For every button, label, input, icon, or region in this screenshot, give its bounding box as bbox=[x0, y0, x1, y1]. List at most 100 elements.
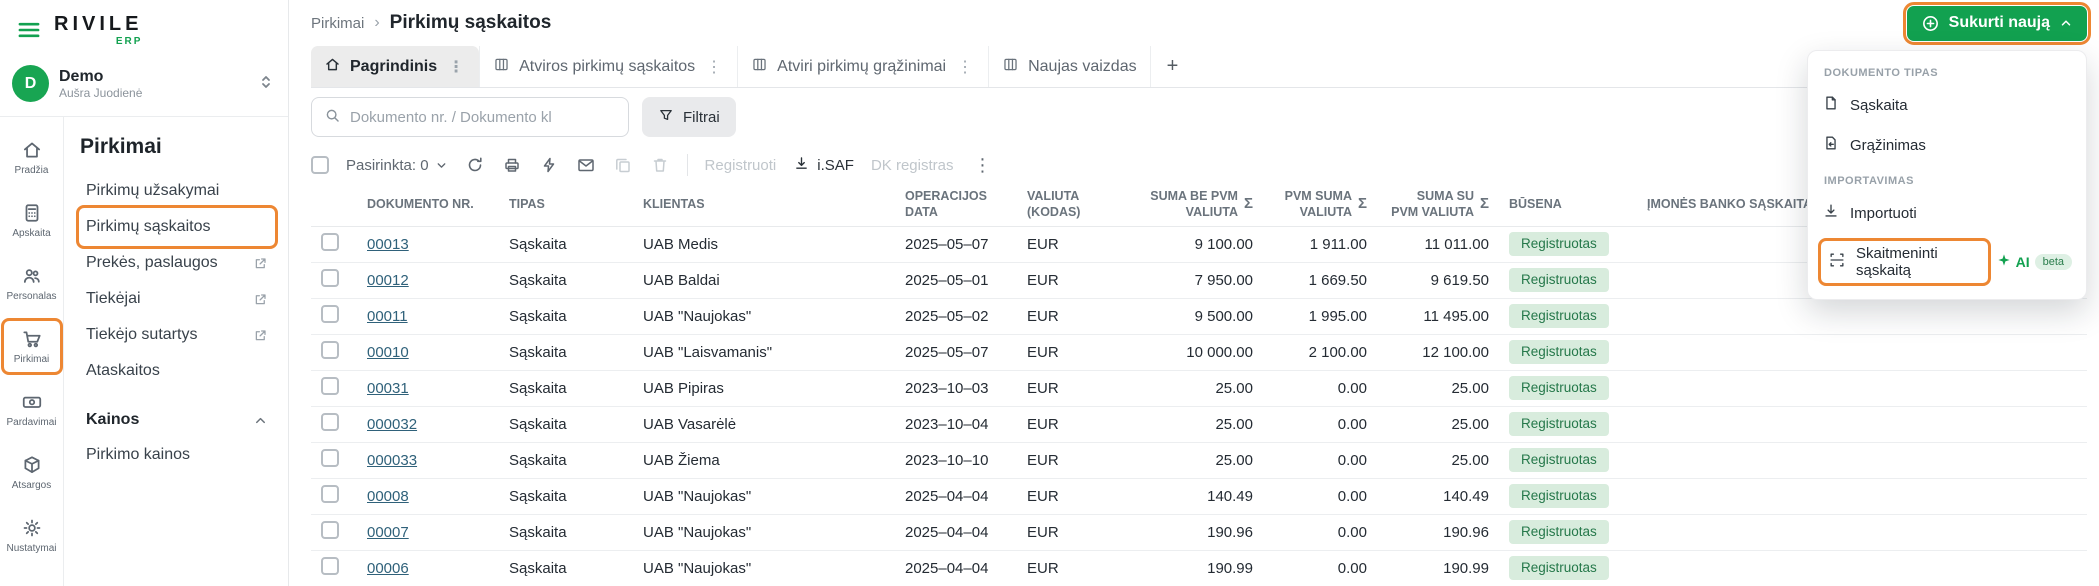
cell-operacijos-data: 2023–10–04 bbox=[895, 406, 1017, 443]
document-link[interactable]: 00006 bbox=[367, 560, 409, 577]
document-link[interactable]: 00010 bbox=[367, 344, 409, 361]
row-checkbox[interactable] bbox=[321, 557, 339, 575]
document-link[interactable]: 00012 bbox=[367, 272, 409, 289]
sum-icon[interactable]: Σ bbox=[1244, 195, 1253, 214]
col-pvm-suma[interactable]: PVM SUMA VALIUTA Σ bbox=[1263, 184, 1377, 227]
col-busena[interactable]: BŪSENA bbox=[1499, 184, 1637, 227]
sidebar-item-tiekejai[interactable]: Tiekėjai bbox=[80, 281, 274, 317]
print-icon[interactable] bbox=[502, 155, 522, 175]
status-badge: Registruotas bbox=[1509, 232, 1609, 256]
rail-item-nustatymai[interactable]: Nustatymai bbox=[5, 511, 59, 560]
col-tipas[interactable]: TIPAS bbox=[499, 184, 633, 227]
table-row[interactable]: 000033 Sąskaita UAB Žiema 2023–10–10 EUR… bbox=[311, 442, 2087, 479]
search-box[interactable] bbox=[311, 97, 629, 137]
filters-button[interactable]: Filtrai bbox=[642, 97, 736, 137]
sidebar-item-prekes-paslaugos[interactable]: Prekės, paslaugos bbox=[80, 245, 274, 281]
cell-operacijos-data: 2025–04–04 bbox=[895, 550, 1017, 586]
col-suma-su-pvm[interactable]: SUMA SU PVM VALIUTA Σ bbox=[1377, 184, 1499, 227]
create-new-button[interactable]: Sukurti naują bbox=[1902, 1, 2092, 45]
cell-busena: Registruotas bbox=[1499, 514, 1637, 551]
status-badge: Registruotas bbox=[1509, 520, 1609, 544]
sidebar-item-ataskaitos[interactable]: Ataskaitos bbox=[80, 353, 274, 389]
row-checkbox[interactable] bbox=[321, 305, 339, 323]
row-checkbox[interactable] bbox=[321, 449, 339, 467]
rail-item-pradzia[interactable]: Pradžia bbox=[5, 133, 59, 182]
tab-pagrindinis[interactable]: Pagrindinis ⋮ bbox=[311, 46, 480, 87]
document-link[interactable]: 00031 bbox=[367, 380, 409, 397]
cart-icon bbox=[21, 328, 43, 350]
cell-klientas: UAB "Naujokas" bbox=[633, 550, 895, 586]
dropdown-section-title: DOKUMENTO TIPAS bbox=[1824, 67, 1939, 79]
table-row[interactable]: 000032 Sąskaita UAB Vasarėlė 2023–10–04 … bbox=[311, 406, 2087, 443]
table-row[interactable]: 00006 Sąskaita UAB "Naujokas" 2025–04–04… bbox=[311, 550, 2087, 586]
sum-icon[interactable]: Σ bbox=[1480, 195, 1489, 214]
row-checkbox[interactable] bbox=[321, 377, 339, 395]
hamburger-menu-icon[interactable] bbox=[16, 17, 42, 43]
cell-checkbox bbox=[311, 262, 357, 299]
row-checkbox[interactable] bbox=[321, 485, 339, 503]
user-subtitle: Aušra Juodienė bbox=[59, 85, 143, 100]
document-link[interactable]: 00007 bbox=[367, 524, 409, 541]
sidebar-item-pirkimo-kainos[interactable]: Pirkimo kainos bbox=[80, 437, 274, 473]
table-row[interactable]: 00007 Sąskaita UAB "Naujokas" 2025–04–04… bbox=[311, 514, 2087, 551]
tab-atviri-pirkimu-grazinimai[interactable]: Atviri pirkimų grąžinimai ⋮ bbox=[737, 46, 988, 87]
table-row[interactable]: 00010 Sąskaita UAB "Laisvamanis" 2025–05… bbox=[311, 334, 2087, 371]
sidebar-item-pirkimu-saskaitos[interactable]: Pirkimų sąskaitos bbox=[76, 205, 278, 249]
selected-count[interactable]: Pasirinkta: 0 bbox=[346, 157, 448, 174]
mail-icon[interactable] bbox=[576, 155, 596, 175]
document-link[interactable]: 00011 bbox=[367, 308, 408, 325]
cell-banko-saskaita bbox=[1637, 334, 2087, 371]
row-checkbox[interactable] bbox=[321, 413, 339, 431]
cell-checkbox bbox=[311, 334, 357, 371]
col-suma-be-pvm[interactable]: SUMA BE PVM VALIUTA Σ bbox=[1135, 184, 1263, 227]
document-link[interactable]: 00008 bbox=[367, 488, 409, 505]
cell-suma-su-pvm: 25.00 bbox=[1377, 406, 1499, 443]
row-checkbox[interactable] bbox=[321, 269, 339, 287]
rail-item-apskaita[interactable]: Apskaita bbox=[5, 196, 59, 245]
isaf-export-button[interactable]: i.SAF bbox=[793, 155, 854, 176]
row-checkbox[interactable] bbox=[321, 521, 339, 539]
breadcrumb-parent[interactable]: Pirkimai bbox=[311, 15, 364, 32]
document-link[interactable]: 00013 bbox=[367, 236, 409, 253]
menu-item-skaitmeninti-saskaita[interactable]: Skaitmeninti sąskaitą AI beta bbox=[1808, 233, 2086, 291]
select-all-checkbox[interactable] bbox=[311, 156, 329, 174]
gear-icon bbox=[21, 517, 43, 539]
menu-item-grazinimas[interactable]: Grąžinimas bbox=[1808, 125, 2086, 165]
col-operacijos-data[interactable]: OPERACIJOS DATA bbox=[895, 184, 1017, 227]
sidebar-item-pirkimu-uzsakymai[interactable]: Pirkimų užsakymai bbox=[80, 173, 274, 209]
company-switcher[interactable]: D Demo Aušra Juodienė bbox=[0, 57, 288, 116]
sidebar-item-tiekejo-sutartys[interactable]: Tiekėjo sutartys bbox=[80, 317, 274, 353]
cell-suma-be-pvm: 190.96 bbox=[1135, 514, 1263, 551]
menu-item-importuoti[interactable]: Importuoti bbox=[1808, 193, 2086, 233]
tab-naujas-vaizdas[interactable]: Naujas vaizdas bbox=[988, 46, 1150, 87]
menu-item-saskaita[interactable]: Sąskaita bbox=[1808, 85, 2086, 125]
add-tab-button[interactable]: + bbox=[1149, 46, 1195, 87]
row-checkbox[interactable] bbox=[321, 341, 339, 359]
table-row[interactable]: 00011 Sąskaita UAB "Naujokas" 2025–05–02… bbox=[311, 298, 2087, 335]
search-input[interactable] bbox=[350, 108, 616, 126]
cell-suma-be-pvm: 9 100.00 bbox=[1135, 226, 1263, 263]
sum-icon[interactable]: Σ bbox=[1358, 195, 1367, 214]
refresh-icon[interactable] bbox=[465, 155, 485, 175]
tab-options-icon[interactable]: ⋮ bbox=[955, 57, 975, 77]
tab-options-icon[interactable]: ⋮ bbox=[446, 57, 466, 77]
table-row[interactable]: 00008 Sąskaita UAB "Naujokas" 2025–04–04… bbox=[311, 478, 2087, 515]
col-dokumento-nr[interactable]: DOKUMENTO NR. bbox=[357, 184, 499, 227]
col-klientas[interactable]: KLIENTAS bbox=[633, 184, 895, 227]
document-link[interactable]: 000032 bbox=[367, 416, 417, 433]
lightning-icon[interactable] bbox=[539, 155, 559, 175]
rail-item-pardavimai[interactable]: Pardavimai bbox=[5, 385, 59, 434]
tab-atviros-pirkimu-saskaitos[interactable]: Atviros pirkimų sąskaitos ⋮ bbox=[479, 46, 737, 87]
col-valiuta[interactable]: VALIUTA (KODAS) bbox=[1017, 184, 1135, 227]
document-link[interactable]: 000033 bbox=[367, 452, 417, 469]
brand-logo: RIVILE ERP bbox=[54, 14, 142, 47]
rail-item-atsargos[interactable]: Atsargos bbox=[5, 448, 59, 497]
toolbar-more-icon[interactable]: ⋮ bbox=[970, 155, 994, 176]
tab-options-icon[interactable]: ⋮ bbox=[704, 57, 724, 77]
sidebar-group-kainos[interactable]: Kainos bbox=[80, 399, 274, 437]
rail-item-pirkimai[interactable]: Pirkimai bbox=[0, 318, 63, 375]
grid-view-icon bbox=[1002, 56, 1019, 78]
row-checkbox[interactable] bbox=[321, 233, 339, 251]
rail-item-personalas[interactable]: Personalas bbox=[5, 259, 59, 308]
table-row[interactable]: 00031 Sąskaita UAB Pipiras 2023–10–03 EU… bbox=[311, 370, 2087, 407]
